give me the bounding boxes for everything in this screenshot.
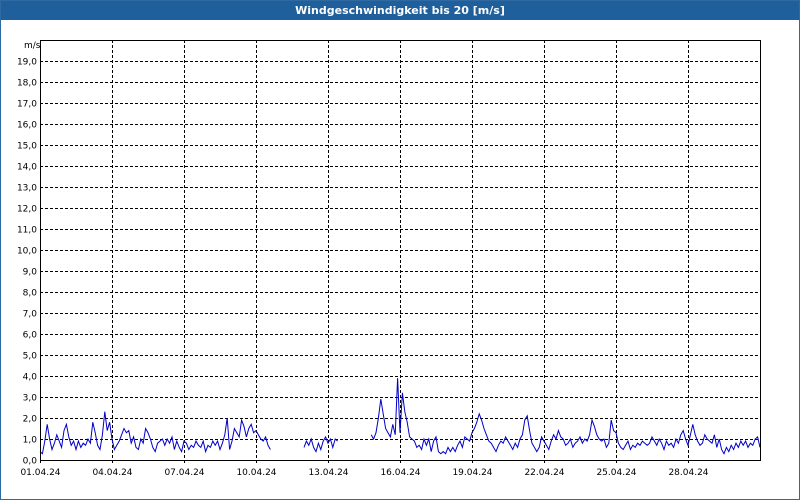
y-tick-label: 14,0	[17, 163, 37, 173]
x-tick-label: 28.04.24	[668, 468, 708, 478]
y-axis-ticks: 0,0 1,0 2,0 3,0 4,0 5,0 6,0 7,0 8,0 9,0 10,0 11,0 12…	[17, 58, 37, 467]
x-tick-label: 25.04.24	[596, 468, 636, 478]
y-tick-label: 19,0	[17, 58, 37, 68]
y-tick-label: 15,0	[17, 142, 37, 152]
x-tick-label: 13.04.24	[308, 468, 348, 478]
x-tick-label: 16.04.24	[380, 468, 420, 478]
y-tick-label: 10,0	[17, 247, 37, 257]
y-tick-label: 18,0	[17, 79, 37, 89]
wind-speed-chart: 0,0 1,0 2,0 3,0 4,0 5,0 6,0 7,0 8,0 9,0 10,0 11,0 12…	[17, 40, 761, 478]
y-tick-label: 7,0	[23, 310, 38, 320]
y-tick-label: 0,0	[23, 457, 38, 467]
y-tick-label: 13,0	[17, 184, 37, 194]
y-tick-label: 9,0	[23, 268, 38, 278]
x-axis-ticks: 01.04.24 04.04.24 07.04.24 10.04.24 13.04.24…	[20, 460, 709, 478]
y-tick-label: 8,0	[23, 289, 38, 299]
x-tick-label: 01.04.24	[20, 468, 60, 478]
x-tick-label: 22.04.24	[524, 468, 564, 478]
y-tick-label: 2,0	[23, 415, 38, 425]
y-tick-label: 1,0	[23, 436, 38, 446]
y-tick-label: 17,0	[17, 100, 37, 110]
y-tick-label: 16,0	[17, 121, 37, 131]
y-tick-label: 11,0	[17, 226, 37, 236]
y-tick-label: 4,0	[23, 373, 38, 383]
y-axis-unit-label: m/s	[24, 41, 41, 51]
x-tick-label: 04.04.24	[92, 468, 132, 478]
x-tick-label: 10.04.24	[236, 468, 276, 478]
x-tick-label: 19.04.24	[452, 468, 492, 478]
grid	[40, 40, 760, 460]
y-tick-label: 6,0	[23, 331, 38, 341]
y-tick-label: 12,0	[17, 205, 37, 215]
y-tick-label: 5,0	[23, 352, 38, 362]
wind-speed-line-segment	[370, 378, 761, 455]
y-tick-label: 3,0	[23, 394, 38, 404]
x-tick-label: 07.04.24	[164, 468, 204, 478]
